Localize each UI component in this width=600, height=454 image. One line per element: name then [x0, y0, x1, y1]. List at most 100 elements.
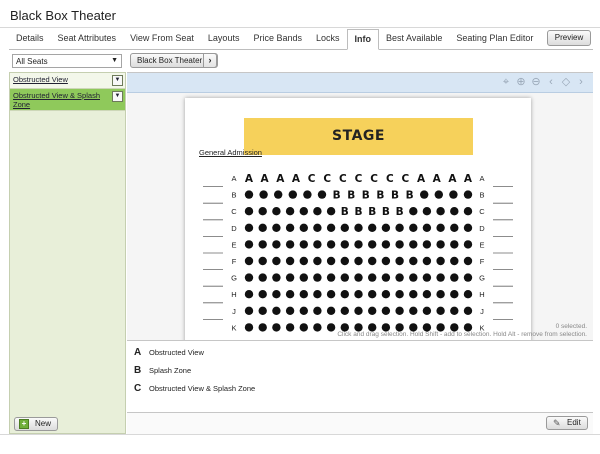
seat-attribute-marker[interactable]: C	[339, 173, 347, 185]
seat[interactable]	[274, 190, 283, 199]
seat[interactable]	[395, 240, 404, 249]
seat[interactable]	[285, 273, 295, 282]
seating-plan[interactable]: STAGE General Admission AAAAAACCCCCCCAAA…	[185, 98, 531, 340]
tab-details[interactable]: Details	[9, 29, 51, 49]
seat[interactable]	[299, 323, 308, 332]
seat[interactable]	[340, 290, 349, 299]
seat[interactable]	[354, 273, 363, 282]
edit-button[interactable]: ✎ Edit	[546, 416, 588, 430]
seat[interactable]	[368, 290, 377, 299]
seat-attribute-marker[interactable]: B	[382, 206, 390, 218]
seat[interactable]	[354, 306, 363, 315]
seat[interactable]	[285, 207, 295, 216]
seat[interactable]	[285, 323, 295, 332]
seat[interactable]	[258, 256, 267, 266]
seat[interactable]	[340, 240, 349, 249]
seat[interactable]	[409, 273, 418, 282]
seat[interactable]	[244, 207, 254, 216]
seat[interactable]	[422, 306, 432, 315]
seat[interactable]	[259, 190, 268, 199]
seat[interactable]	[326, 223, 336, 232]
seat[interactable]	[299, 290, 308, 299]
seat[interactable]	[258, 223, 267, 232]
seat-attribute-marker[interactable]: B	[333, 190, 341, 202]
seat[interactable]	[463, 306, 473, 315]
seat-attribute-marker[interactable]: C	[308, 173, 316, 185]
seat[interactable]	[420, 190, 429, 199]
zoom-out-icon[interactable]: ⊖	[530, 76, 542, 88]
seat[interactable]	[313, 240, 322, 249]
seat-attribute-marker[interactable]: B	[354, 206, 362, 218]
seat[interactable]	[272, 207, 281, 216]
chevron-down-icon[interactable]: ▼	[112, 75, 123, 86]
seat[interactable]	[285, 306, 295, 315]
seat[interactable]	[381, 306, 391, 315]
crosshair-icon[interactable]: ⌖	[500, 76, 512, 88]
seat[interactable]	[313, 207, 322, 216]
seat[interactable]	[313, 256, 322, 266]
seat[interactable]	[303, 190, 312, 199]
seat[interactable]	[436, 223, 445, 232]
seat[interactable]	[340, 256, 349, 266]
tab-layouts[interactable]: Layouts	[201, 29, 247, 49]
seat[interactable]	[368, 240, 377, 249]
seat-attribute-marker[interactable]: A	[433, 173, 442, 185]
seat[interactable]	[340, 223, 349, 232]
seat[interactable]	[436, 240, 445, 249]
seat[interactable]	[272, 240, 281, 249]
zone-item-obstructed-view-splash-zone[interactable]: Obstructed View & Splash Zone ▼	[10, 89, 125, 111]
seat[interactable]	[450, 256, 459, 266]
seat[interactable]	[340, 306, 349, 315]
seat-attribute-marker[interactable]: B	[376, 190, 384, 202]
seat[interactable]	[463, 290, 473, 299]
tab-price-bands[interactable]: Price Bands	[246, 29, 309, 49]
seat[interactable]	[368, 256, 377, 266]
seat[interactable]	[272, 256, 281, 266]
seat[interactable]	[244, 240, 254, 249]
seat[interactable]	[258, 290, 267, 299]
seat[interactable]	[422, 256, 432, 266]
seat[interactable]	[258, 306, 267, 315]
seat[interactable]	[354, 240, 363, 249]
seat[interactable]	[244, 223, 254, 232]
seat[interactable]	[381, 290, 391, 299]
seat[interactable]	[313, 290, 322, 299]
seat[interactable]	[449, 190, 458, 199]
seat[interactable]	[317, 190, 327, 199]
seat[interactable]	[436, 273, 445, 282]
seat[interactable]	[368, 223, 377, 232]
seat[interactable]	[422, 207, 432, 216]
seat[interactable]	[326, 240, 336, 249]
seat[interactable]	[409, 290, 418, 299]
seat[interactable]	[244, 323, 254, 332]
seat[interactable]	[436, 256, 445, 266]
seat[interactable]	[299, 256, 308, 266]
seat[interactable]	[258, 323, 267, 332]
seat[interactable]	[395, 273, 404, 282]
seat[interactable]	[381, 256, 391, 266]
seat[interactable]	[409, 240, 418, 249]
seat-attribute-marker[interactable]: B	[347, 190, 355, 202]
seat[interactable]	[409, 223, 418, 232]
seat[interactable]	[285, 240, 295, 249]
seat-attribute-marker[interactable]: A	[276, 173, 285, 185]
seat[interactable]	[450, 290, 459, 299]
seat[interactable]	[313, 273, 322, 282]
seat[interactable]	[354, 223, 363, 232]
seat[interactable]	[299, 240, 308, 249]
seat[interactable]	[450, 207, 459, 216]
seat[interactable]	[244, 190, 254, 199]
seat[interactable]	[326, 306, 336, 315]
seat[interactable]	[463, 256, 473, 266]
seat[interactable]	[258, 273, 267, 282]
seat[interactable]	[436, 207, 445, 216]
seat[interactable]	[326, 290, 336, 299]
zone-item-obstructed-view[interactable]: Obstructed View ▼	[10, 73, 125, 89]
seat[interactable]	[272, 323, 281, 332]
seat[interactable]	[313, 323, 322, 332]
seat[interactable]	[272, 290, 281, 299]
seat[interactable]	[326, 256, 336, 266]
seat-attribute-marker[interactable]: A	[417, 173, 426, 185]
seat-attribute-marker[interactable]: C	[402, 173, 410, 185]
venue-button[interactable]: Black Box Theater ›	[130, 53, 218, 68]
